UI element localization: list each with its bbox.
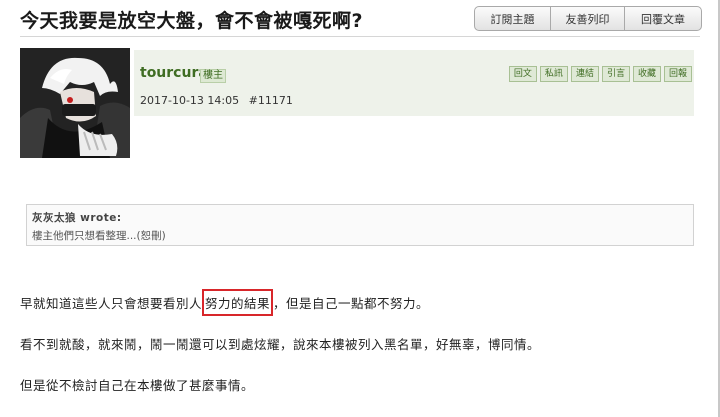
subscribe-topic-button[interactable]: 訂閱主題 (475, 7, 551, 30)
post-tools: 回文 私訊 連結 引言 收藏 回報 (508, 66, 692, 82)
body-line: 早就知道這些人只會想要看別人 努力的結果 ，但是自己一點都不努力。 (20, 289, 430, 316)
body-text-segment: 早就知道這些人只會想要看別人 (20, 296, 203, 311)
post-meta: 2017-10-13 14:05 #11171 (140, 94, 293, 107)
body-line: 但是從不檢討自己在本樓做了甚麼事情。 (20, 378, 255, 393)
avatar-image (20, 48, 130, 158)
reply-topic-button[interactable]: 回覆文章 (625, 7, 701, 30)
role-badge: 樓主 (200, 69, 226, 83)
avatar[interactable] (20, 48, 130, 158)
link-tool-button[interactable]: 連結 (570, 66, 599, 82)
quote-text: 樓主他們只想看整理...(恕刪) (32, 230, 166, 242)
quote-block: 灰灰太狼 wrote: 樓主他們只想看整理...(恕刪) (26, 204, 694, 246)
post-header: tourcura 樓主 2017-10-13 14:05 #11171 回文 私… (134, 50, 694, 116)
body-text-segment: ，但是自己一點都不努力。 (273, 296, 430, 311)
print-friendly-button[interactable]: 友善列印 (551, 7, 625, 30)
reply-tool-button[interactable]: 回文 (508, 66, 537, 82)
username-link[interactable]: tourcura (140, 65, 208, 81)
topic-title: 今天我要是放空大盤，會不會被嘎死啊? (20, 10, 364, 32)
message-tool-button[interactable]: 私訊 (539, 66, 568, 82)
body-line: 看不到就酸，就來鬧，鬧一鬧還可以到處炫耀，說來本樓被列入黑名單，好無辜，博同情。 (20, 337, 541, 352)
post-number-link[interactable]: #11171 (249, 94, 293, 107)
report-tool-button[interactable]: 回報 (663, 66, 692, 82)
quote-tool-button[interactable]: 引言 (601, 66, 630, 82)
topic-actions: 訂閱主題 友善列印 回覆文章 (474, 6, 702, 31)
title-divider (20, 36, 700, 37)
quote-author: 灰灰太狼 wrote: (32, 212, 122, 224)
favorite-tool-button[interactable]: 收藏 (632, 66, 661, 82)
post-timestamp: 2017-10-13 14:05 (140, 94, 240, 107)
highlighted-phrase: 努力的結果 (202, 289, 274, 316)
